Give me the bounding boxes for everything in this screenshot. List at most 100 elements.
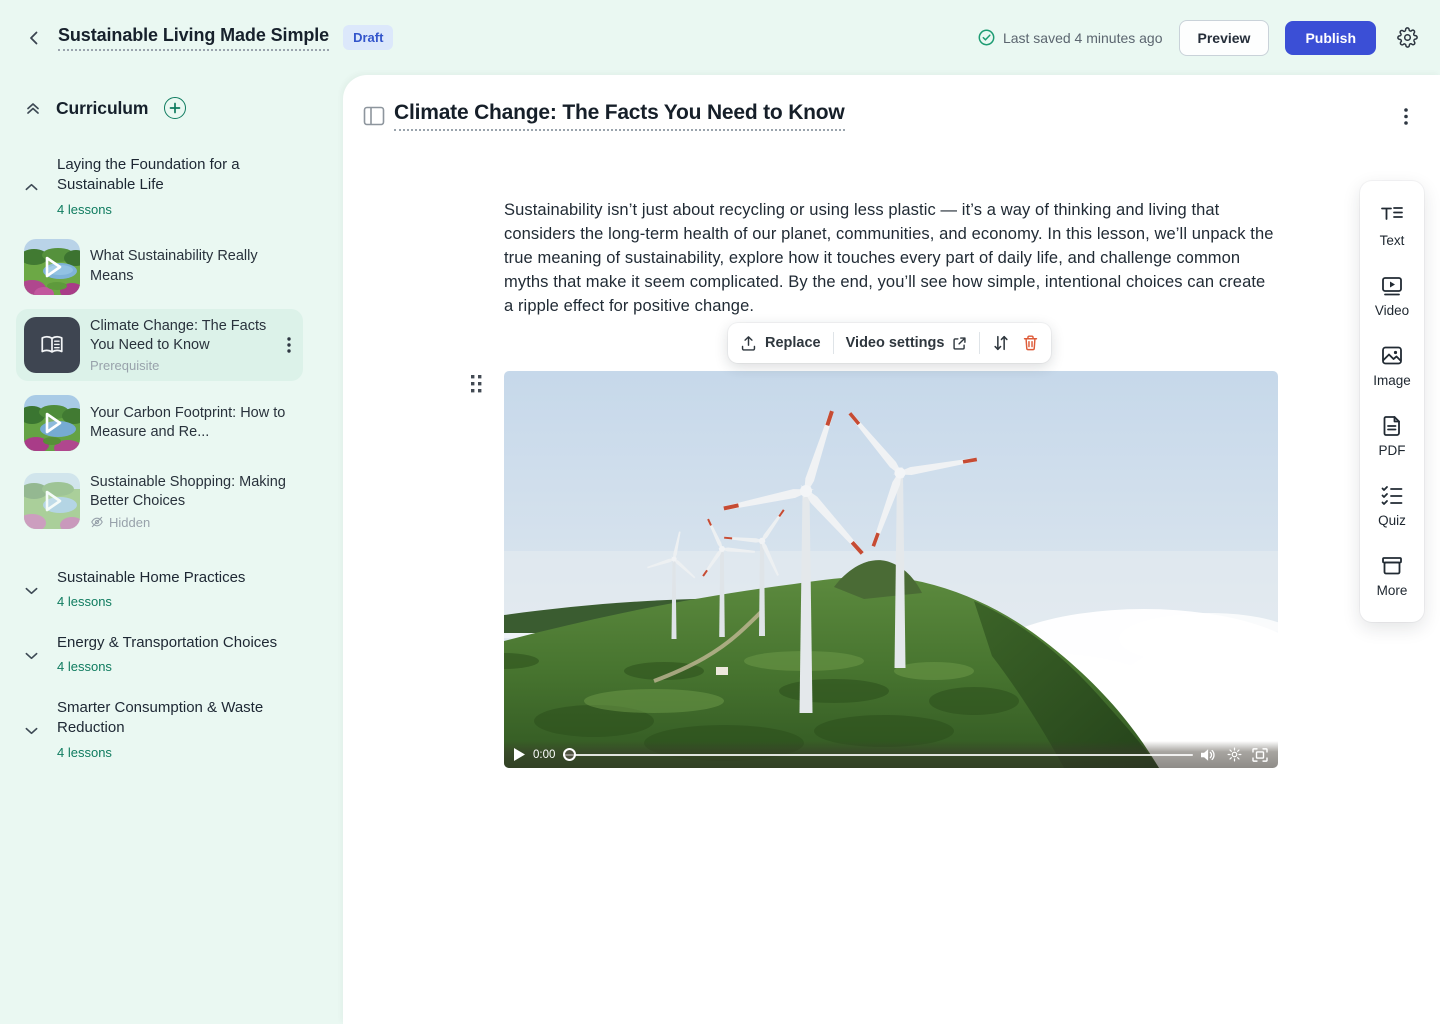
video-progress-bar[interactable] — [563, 748, 1193, 762]
chevron-down-icon — [24, 723, 39, 738]
video-thumbnail — [24, 239, 80, 295]
check-circle-icon — [978, 29, 995, 46]
lesson-title: Sustainable Shopping: Making Better Choi… — [90, 473, 295, 512]
top-header: Sustainable Living Made Simple Draft Las… — [0, 0, 1440, 75]
video-thumbnail — [24, 473, 80, 529]
sidebar-toggle-button[interactable] — [361, 103, 387, 129]
pdf-block-icon — [1381, 415, 1403, 437]
curriculum-sidebar: Curriculum Laying the Foundation for a S… — [0, 75, 343, 1024]
fullscreen-button[interactable] — [1252, 748, 1268, 762]
quiz-checklist-icon — [1380, 485, 1404, 507]
image-block-icon — [1380, 345, 1404, 367]
delete-block-button[interactable] — [1022, 334, 1039, 352]
upload-icon — [740, 335, 757, 352]
play-icon — [514, 748, 525, 761]
lesson-body-text[interactable]: Sustainability isn’t just about recyclin… — [504, 198, 1278, 318]
curriculum-section: Smarter Consumption & Waste Reduction 4 … — [24, 698, 327, 760]
section-lesson-count: 4 lessons — [57, 594, 327, 609]
lesson-item[interactable]: Your Carbon Footprint: How to Measure an… — [16, 387, 303, 459]
trash-icon — [1022, 334, 1039, 352]
section-title[interactable]: Sustainable Home Practices — [57, 568, 327, 588]
insert-pdf-button[interactable]: PDF — [1379, 415, 1406, 458]
last-saved-text: Last saved 4 minutes ago — [1003, 30, 1163, 46]
tool-label: More — [1377, 583, 1408, 598]
insert-video-button[interactable]: Video — [1375, 275, 1409, 318]
section-collapse-button[interactable] — [24, 176, 41, 195]
volume-button[interactable] — [1201, 748, 1217, 762]
section-expand-button[interactable] — [24, 719, 41, 738]
lesson-editor-panel: Climate Change: The Facts You Need to Kn… — [343, 75, 1440, 1024]
text-block-icon — [1380, 205, 1404, 227]
section-lesson-count: 4 lessons — [57, 659, 327, 674]
lesson-item[interactable]: What Sustainability Really Means — [16, 231, 303, 303]
lesson-kebab-menu[interactable] — [283, 333, 295, 357]
section-title[interactable]: Laying the Foundation for a Sustainable … — [57, 155, 272, 196]
chevron-up-icon — [24, 180, 39, 195]
section-lesson-count: 4 lessons — [57, 745, 327, 760]
last-saved-status: Last saved 4 minutes ago — [978, 29, 1163, 46]
lesson-list: What Sustainability Really Means Climate… — [16, 231, 303, 538]
lesson-title: Climate Change: The Facts You Need to Kn… — [90, 317, 273, 356]
volume-icon — [1201, 748, 1217, 762]
section-lesson-count: 4 lessons — [57, 202, 327, 217]
add-section-button[interactable] — [164, 97, 186, 119]
kebab-icon — [1404, 108, 1408, 125]
lesson-options-menu[interactable] — [1400, 104, 1412, 129]
gear-icon — [1397, 27, 1418, 48]
section-expand-button[interactable] — [24, 644, 41, 663]
settings-button[interactable] — [1392, 23, 1422, 53]
tool-label: Video — [1375, 303, 1409, 318]
course-title[interactable]: Sustainable Living Made Simple — [58, 25, 329, 51]
block-drag-handle[interactable] — [471, 375, 482, 393]
lesson-title: What Sustainability Really Means — [90, 247, 295, 286]
curriculum-heading: Curriculum — [56, 98, 148, 119]
video-timestamp: 0:00 — [533, 749, 555, 761]
video-block-toolbar: Replace Video settings — [728, 323, 1051, 363]
section-expand-button[interactable] — [24, 579, 41, 598]
video-block-icon — [1380, 275, 1404, 297]
lesson-page-title[interactable]: Climate Change: The Facts You Need to Kn… — [394, 101, 845, 131]
lesson-item-hidden[interactable]: Sustainable Shopping: Making Better Choi… — [16, 465, 303, 538]
plus-icon — [169, 102, 181, 114]
video-settings-button[interactable]: Video settings — [846, 335, 968, 351]
curriculum-section: Sustainable Home Practices 4 lessons — [24, 568, 327, 609]
publish-button[interactable]: Publish — [1285, 21, 1376, 55]
settings-cog-icon — [1227, 747, 1242, 762]
tool-label: Quiz — [1378, 513, 1406, 528]
toolbar-divider — [833, 332, 834, 354]
kebab-icon — [287, 337, 291, 353]
chevron-left-icon — [26, 30, 42, 46]
collapse-all-button[interactable] — [24, 99, 42, 117]
section-title[interactable]: Smarter Consumption & Waste Reduction — [57, 698, 282, 739]
lesson-meta-prerequisite: Prerequisite — [90, 358, 273, 373]
insert-image-button[interactable]: Image — [1373, 345, 1411, 388]
curriculum-section: Laying the Foundation for a Sustainable … — [24, 155, 327, 217]
scrubber-knob[interactable] — [563, 748, 576, 761]
video-player[interactable]: 0:00 — [504, 371, 1278, 768]
lesson-item-selected[interactable]: Climate Change: The Facts You Need to Kn… — [16, 309, 303, 382]
chevron-down-icon — [24, 583, 39, 598]
reading-thumbnail — [24, 317, 80, 373]
panel-layout-icon — [363, 106, 385, 126]
insert-block-toolbar: Text Video Image PDF — [1360, 181, 1424, 622]
video-settings-gear-button[interactable] — [1227, 747, 1242, 762]
video-thumbnail — [24, 395, 80, 451]
move-block-button[interactable] — [992, 334, 1010, 352]
preview-button[interactable]: Preview — [1179, 20, 1270, 56]
status-badge: Draft — [343, 25, 393, 50]
replace-button[interactable]: Replace — [740, 335, 821, 352]
insert-quiz-button[interactable]: Quiz — [1378, 485, 1406, 528]
back-button[interactable] — [20, 24, 48, 52]
eye-off-icon — [90, 515, 104, 529]
play-button[interactable] — [514, 748, 525, 761]
external-link-icon — [952, 336, 967, 351]
lesson-meta-hidden: Hidden — [90, 515, 295, 530]
lesson-title: Your Carbon Footprint: How to Measure an… — [90, 404, 295, 443]
curriculum-section: Energy & Transportation Choices 4 lesson… — [24, 633, 327, 674]
section-title[interactable]: Energy & Transportation Choices — [57, 633, 327, 653]
archive-box-icon — [1380, 555, 1404, 577]
tool-label: Image — [1373, 373, 1411, 388]
insert-text-button[interactable]: Text — [1380, 205, 1405, 248]
drag-dots-icon — [471, 375, 482, 393]
more-blocks-button[interactable]: More — [1377, 555, 1408, 598]
